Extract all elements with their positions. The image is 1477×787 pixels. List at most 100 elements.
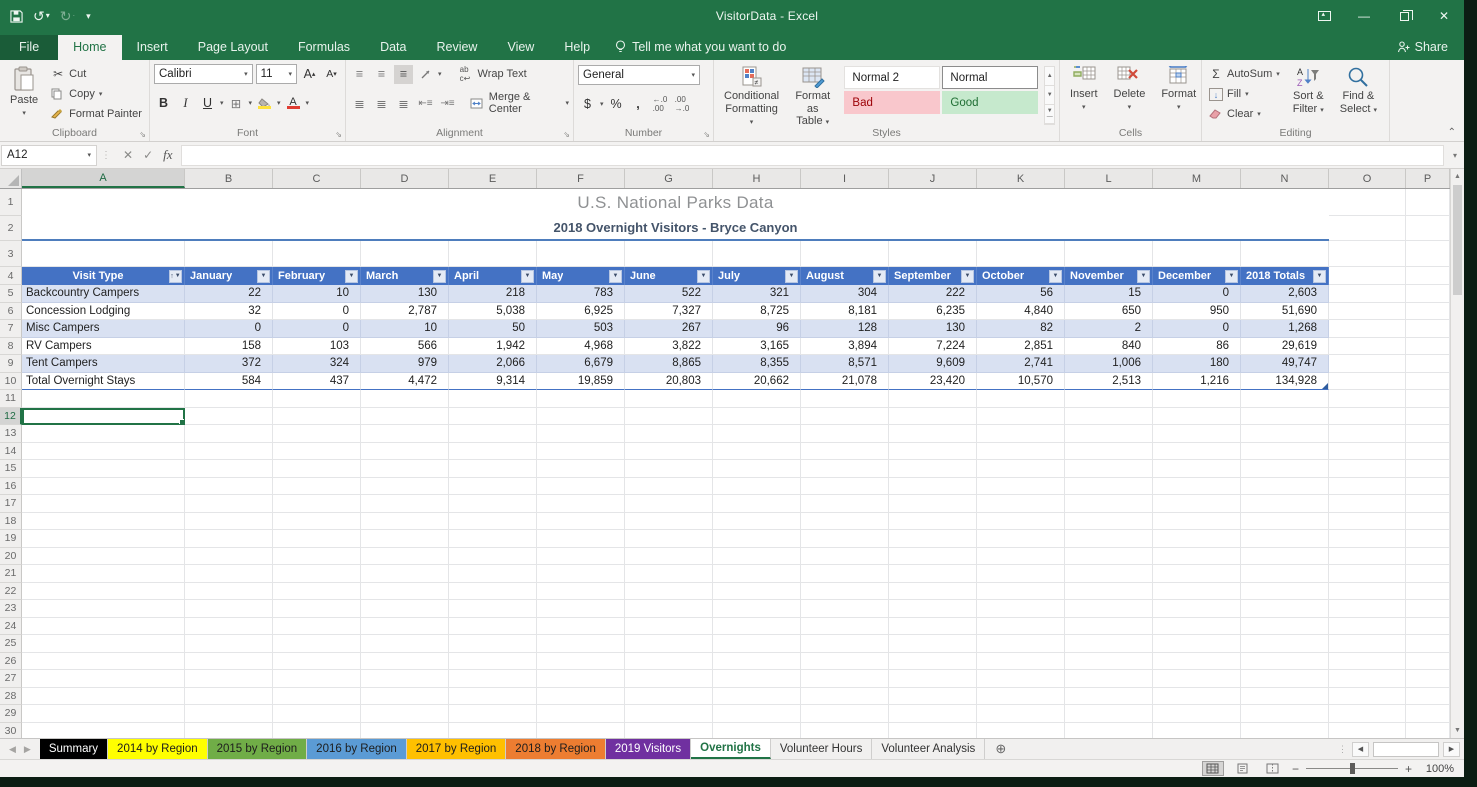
cell-C14[interactable] (273, 443, 361, 461)
cell-O14[interactable] (1329, 443, 1406, 461)
table-cell-D6[interactable]: 2,787 (361, 303, 449, 321)
table-header-C4[interactable]: February▼ (273, 267, 361, 285)
font-color-icon[interactable]: A (284, 94, 303, 113)
row-header-27[interactable]: 27 (0, 670, 22, 688)
style-gallery-up-icon[interactable]: ▲ (1045, 67, 1054, 86)
cell-N20[interactable] (1241, 548, 1329, 566)
table-cell-M7[interactable]: 0 (1153, 320, 1241, 338)
cell-I15[interactable] (801, 460, 889, 478)
cell-D21[interactable] (361, 565, 449, 583)
tab-view[interactable]: View (492, 35, 549, 60)
cell-H22[interactable] (713, 583, 801, 601)
cell-H25[interactable] (713, 635, 801, 653)
cell-F3[interactable] (537, 241, 625, 267)
cell-J15[interactable] (889, 460, 977, 478)
cell-E26[interactable] (449, 653, 537, 671)
cell-C23[interactable] (273, 600, 361, 618)
merge-center-dropdown-icon[interactable]: ▾ (565, 99, 569, 107)
cell-P14[interactable] (1406, 443, 1450, 461)
filter-dropdown-icon[interactable]: ▼ (609, 270, 622, 283)
cell-P10[interactable] (1406, 373, 1450, 391)
cell-A15[interactable] (22, 460, 185, 478)
cell-H20[interactable] (713, 548, 801, 566)
sheet-tab-summary[interactable]: Summary (40, 739, 108, 759)
cell-A25[interactable] (22, 635, 185, 653)
table-header-K4[interactable]: October▼ (977, 267, 1065, 285)
cell-J23[interactable] (889, 600, 977, 618)
cell-N30[interactable] (1241, 723, 1329, 739)
cell-H12[interactable] (713, 408, 801, 426)
cell-C17[interactable] (273, 495, 361, 513)
row-header-18[interactable]: 18 (0, 513, 22, 531)
table-cell-M5[interactable]: 0 (1153, 285, 1241, 303)
table-cell-K5[interactable]: 56 (977, 285, 1065, 303)
table-cell-I9[interactable]: 8,571 (801, 355, 889, 373)
cell-P16[interactable] (1406, 478, 1450, 496)
cell-M22[interactable] (1153, 583, 1241, 601)
sheet-title-cell[interactable]: U.S. National Parks Data (22, 189, 1329, 216)
cell-N29[interactable] (1241, 705, 1329, 723)
filter-dropdown-icon[interactable]: ▼ (521, 270, 534, 283)
column-header-N[interactable]: N (1241, 169, 1329, 188)
cell-C16[interactable] (273, 478, 361, 496)
cell-H14[interactable] (713, 443, 801, 461)
borders-dropdown-icon[interactable]: ▾ (249, 99, 253, 107)
table-cell-J7[interactable]: 130 (889, 320, 977, 338)
cell-O30[interactable] (1329, 723, 1406, 739)
table-cell-C5[interactable]: 10 (273, 285, 361, 303)
horizontal-scroll-thumb[interactable] (1373, 742, 1439, 757)
cell-L26[interactable] (1065, 653, 1153, 671)
table-cell-N10[interactable]: 134,928 (1241, 373, 1329, 391)
cell-M26[interactable] (1153, 653, 1241, 671)
cell-J3[interactable] (889, 241, 977, 267)
cell-I11[interactable] (801, 390, 889, 408)
cell-M3[interactable] (1153, 241, 1241, 267)
name-box[interactable]: A12 ▾ (1, 145, 97, 166)
fill-color-icon[interactable] (255, 94, 274, 113)
cell-A30[interactable] (22, 723, 185, 739)
table-header-N4[interactable]: 2018 Totals▼ (1241, 267, 1329, 285)
horizontal-scrollbar[interactable]: ⋮ ◀ ▶ (1338, 739, 1464, 759)
table-cell-B10[interactable]: 584 (185, 373, 273, 391)
cell-H29[interactable] (713, 705, 801, 723)
table-cell-H8[interactable]: 3,165 (713, 338, 801, 356)
selected-cell-A12[interactable] (22, 408, 185, 426)
cell-G21[interactable] (625, 565, 713, 583)
format-cells-button[interactable]: Format ▾ (1155, 63, 1202, 125)
cell-B11[interactable] (185, 390, 273, 408)
row-header-14[interactable]: 14 (0, 443, 22, 461)
cell-P5[interactable] (1406, 285, 1450, 303)
cell-K26[interactable] (977, 653, 1065, 671)
cell-G16[interactable] (625, 478, 713, 496)
cell-A20[interactable] (22, 548, 185, 566)
comma-format-icon[interactable]: , (629, 95, 648, 114)
new-sheet-button[interactable]: ⊕ (985, 739, 1016, 759)
cell-A26[interactable] (22, 653, 185, 671)
cell-M23[interactable] (1153, 600, 1241, 618)
cell-D22[interactable] (361, 583, 449, 601)
share-button[interactable]: Share (1381, 40, 1464, 60)
cell-E17[interactable] (449, 495, 537, 513)
row-header-1[interactable]: 1 (0, 189, 22, 216)
sheet-tab-volunteer-hours[interactable]: Volunteer Hours (771, 739, 872, 759)
cell-K21[interactable] (977, 565, 1065, 583)
borders-icon[interactable]: ⊞ (227, 94, 246, 113)
column-header-O[interactable]: O (1329, 169, 1406, 188)
cell-D30[interactable] (361, 723, 449, 739)
cell-E3[interactable] (449, 241, 537, 267)
column-header-J[interactable]: J (889, 169, 977, 188)
row-header-19[interactable]: 19 (0, 530, 22, 548)
find-select-button[interactable]: Find &Select ▾ (1334, 63, 1383, 125)
row-header-22[interactable]: 22 (0, 583, 22, 601)
cancel-entry-icon[interactable]: ✕ (123, 148, 133, 162)
row-header-28[interactable]: 28 (0, 688, 22, 706)
cell-I24[interactable] (801, 618, 889, 636)
cell-A19[interactable] (22, 530, 185, 548)
cell-B22[interactable] (185, 583, 273, 601)
cell-A16[interactable] (22, 478, 185, 496)
close-button[interactable]: ✕ (1424, 0, 1464, 32)
table-cell-C6[interactable]: 0 (273, 303, 361, 321)
sheet-tab-2019-visitors[interactable]: 2019 Visitors (606, 739, 691, 759)
table-cell-I7[interactable]: 128 (801, 320, 889, 338)
sheet-tab-volunteer-analysis[interactable]: Volunteer Analysis (872, 739, 985, 759)
